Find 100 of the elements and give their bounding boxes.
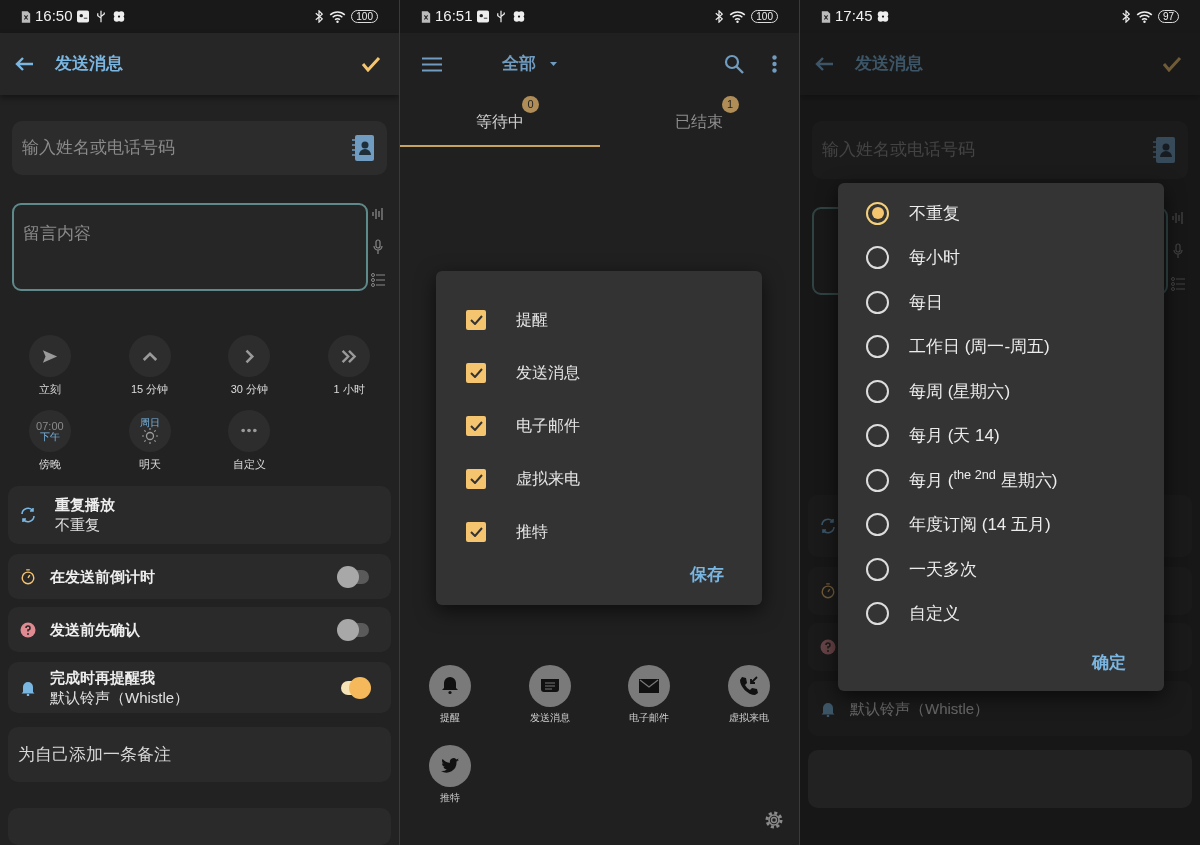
bell-icon: [20, 679, 36, 696]
option-label: 发送消息: [516, 362, 580, 383]
status-time: 17:45: [835, 6, 873, 27]
setting-title: 发送前先确认: [50, 619, 141, 640]
channel-button[interactable]: [428, 745, 471, 787]
option-label: 不重复: [909, 202, 960, 225]
quick-time-label: 傍晚: [38, 456, 61, 472]
check-icon: [469, 420, 483, 431]
ok-button[interactable]: 确定: [1092, 650, 1126, 676]
settings-icon[interactable]: [763, 809, 785, 831]
status-time: 16:50: [35, 6, 73, 27]
radio-button[interactable]: [866, 335, 889, 359]
setting-title: 完成时再提醒我: [50, 667, 156, 688]
radio-button[interactable]: [866, 201, 889, 225]
save-button[interactable]: 保存: [690, 562, 724, 588]
waveform-icon[interactable]: [371, 207, 384, 222]
radio-button[interactable]: [866, 557, 889, 581]
more-options-icon[interactable]: [772, 55, 777, 73]
bluetooth-icon: [715, 10, 724, 23]
check-icon: [469, 473, 483, 484]
channel-button[interactable]: [428, 665, 471, 707]
fan-icon: [512, 10, 525, 23]
fan-icon: [876, 10, 889, 23]
radio-button[interactable]: [866, 290, 889, 314]
channel-label: 虚拟来电: [729, 711, 770, 725]
channel-label: 提醒: [439, 711, 460, 725]
tab[interactable]: 已结束 1: [599, 95, 799, 147]
toggle-switch[interactable]: [337, 618, 371, 641]
send-arrow-icon: [41, 348, 58, 364]
setting-row[interactable]: 在发送前倒计时: [8, 554, 391, 600]
stopwatch-icon: [20, 568, 36, 585]
wifi-icon: [1135, 10, 1153, 23]
double-chevron-right-icon: [341, 348, 358, 364]
sun-icon: [141, 427, 158, 444]
weekday-label: 周日: [139, 417, 160, 428]
screen-title: 发送消息: [55, 53, 123, 76]
sim-card-icon: [21, 9, 31, 24]
option-label: 每周 (星期六): [909, 380, 1011, 403]
radio-button[interactable]: [866, 424, 889, 448]
check-icon: [469, 367, 483, 378]
option-label: 工作日 (周一-周五): [909, 336, 1050, 358]
radio-button[interactable]: [866, 246, 889, 270]
wifi-icon: [329, 10, 347, 23]
checklist-icon[interactable]: [370, 273, 385, 288]
period-label: 下午: [39, 431, 60, 442]
tab[interactable]: 等待中 0: [400, 95, 600, 147]
setting-subtitle: 不重复: [55, 515, 101, 536]
check-icon: [469, 314, 483, 325]
channel-button[interactable]: [628, 665, 671, 707]
caret-icon: [550, 62, 557, 66]
quick-time-label: 30 分钟: [230, 382, 268, 398]
option-label: 一天多次: [909, 558, 977, 581]
contact-book-icon[interactable]: [351, 134, 375, 163]
setting-row[interactable]: 完成时再提醒我 默认铃声（Whistle）: [8, 661, 391, 714]
option-label: 年度订阅 (14 五月): [909, 514, 1051, 536]
quick-time-label: 1 小时: [333, 382, 365, 398]
sim-card-icon: [421, 9, 431, 24]
setting-subtitle: 默认铃声（Whistle）: [50, 687, 191, 708]
checkbox[interactable]: [466, 521, 486, 542]
setting-row[interactable]: 发送前先确认: [8, 607, 391, 652]
quick-time-label: 明天: [138, 456, 161, 472]
note-field[interactable]: 为自己添加一条备注: [8, 727, 391, 782]
count-badge: 1: [721, 96, 739, 113]
microphone-icon[interactable]: [372, 239, 383, 256]
check-icon: [469, 526, 483, 537]
bluetooth-icon: [1121, 10, 1130, 23]
radio-button[interactable]: [866, 468, 889, 492]
quick-time-label: 自定义: [232, 456, 266, 472]
recipient-field[interactable]: 输入姓名或电话号码: [12, 121, 387, 176]
checkbox[interactable]: [466, 309, 486, 330]
filter-dropdown[interactable]: 全部: [502, 51, 557, 77]
repeat-icon: [20, 507, 36, 524]
option-label: 每月 (天 14): [909, 425, 1000, 447]
checkbox[interactable]: [466, 362, 486, 383]
option-label: 每小时: [909, 247, 960, 269]
quick-time-button[interactable]: 周日: [128, 409, 171, 452]
radio-button[interactable]: [866, 602, 889, 626]
question-mark-icon: [20, 621, 36, 638]
usb-icon: [494, 10, 507, 23]
search-icon[interactable]: [724, 54, 744, 74]
channel-button[interactable]: [528, 665, 571, 707]
option-label: 电子邮件: [516, 415, 580, 436]
toggle-switch[interactable]: [337, 565, 371, 588]
screen-title: 发送消息: [855, 53, 923, 76]
channel-label: 发送消息: [529, 711, 570, 725]
channel-button[interactable]: [728, 665, 771, 707]
option-label: 每日: [909, 291, 943, 314]
count-badge: 0: [522, 96, 539, 113]
quick-time-button[interactable]: 07:00 下午: [28, 409, 71, 452]
checkbox[interactable]: [466, 468, 486, 489]
checkbox[interactable]: [466, 415, 486, 436]
menu-icon[interactable]: [422, 56, 442, 72]
setting-title: 重复播放: [55, 495, 116, 516]
radio-button[interactable]: [866, 513, 889, 537]
radio-button[interactable]: [866, 379, 889, 403]
sim-card-icon: [821, 9, 831, 24]
setting-subtitle: 默认铃声（Whistle）: [850, 698, 991, 719]
setting-row[interactable]: 重复播放 不重复: [8, 486, 391, 545]
message-field[interactable]: 留言内容: [12, 203, 368, 292]
bluetooth-icon: [315, 10, 324, 23]
